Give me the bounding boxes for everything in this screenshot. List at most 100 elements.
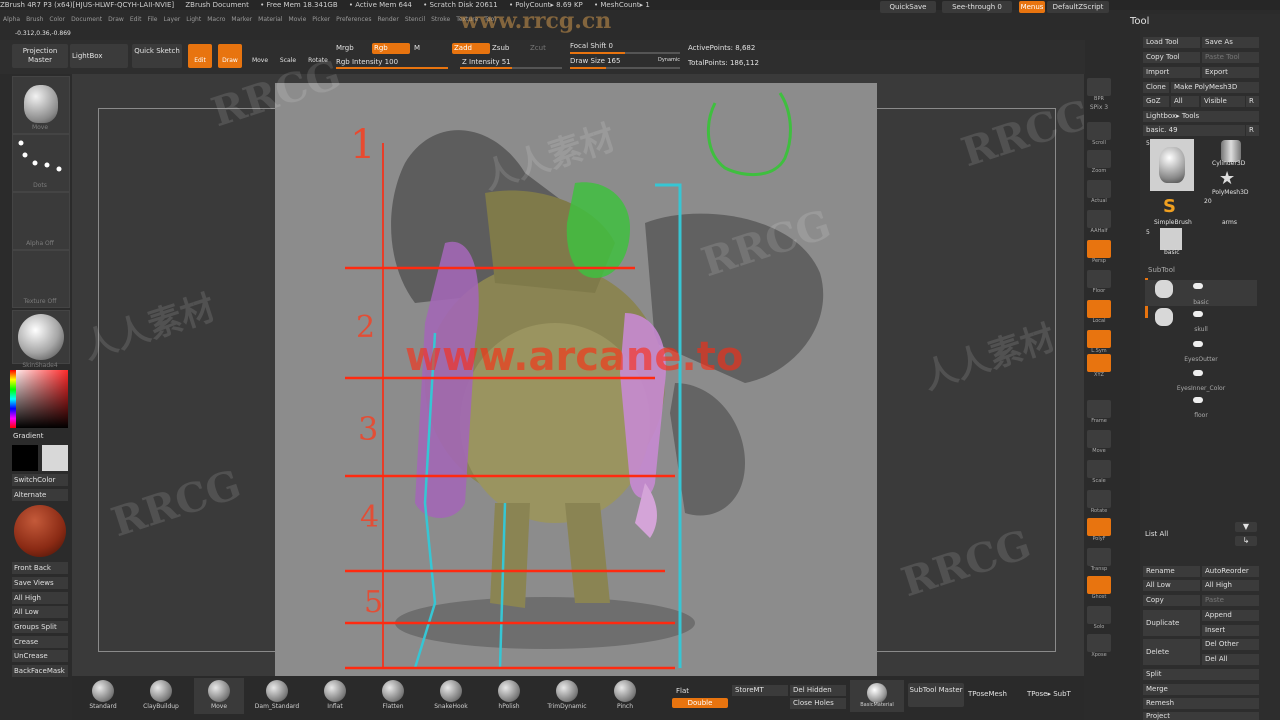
brush-hpolish[interactable]: hPolish: [484, 678, 534, 714]
del-hidden-button[interactable]: Del Hidden: [790, 685, 846, 696]
edit-button[interactable]: Edit: [188, 44, 212, 68]
local-icon[interactable]: [1087, 300, 1111, 318]
save-views-button[interactable]: Save Views: [12, 577, 68, 589]
move-icon[interactable]: [1087, 430, 1111, 448]
double-button[interactable]: Double: [672, 698, 728, 708]
subtool-row[interactable]: EyesInner_Color: [1145, 367, 1257, 393]
draw-button[interactable]: Draw: [218, 44, 242, 68]
del-other-button[interactable]: Del Other: [1202, 639, 1259, 650]
copy-tool-button[interactable]: Copy Tool: [1143, 52, 1200, 63]
list-all-button[interactable]: List All: [1145, 530, 1168, 538]
z-intensity-slider[interactable]: [460, 67, 562, 69]
rgb-intensity-label[interactable]: Rgb Intensity 100: [336, 58, 398, 66]
menu-item-draw[interactable]: Draw: [108, 16, 124, 23]
secondary-color-swatch[interactable]: [42, 445, 68, 471]
front-back-button[interactable]: Front Back: [12, 562, 68, 574]
menu-item-color[interactable]: Color: [49, 16, 65, 23]
menu-item-edit[interactable]: Edit: [130, 16, 142, 23]
ghost-icon[interactable]: [1087, 576, 1111, 594]
xyz-icon[interactable]: [1087, 354, 1111, 372]
menu-item-document[interactable]: Document: [71, 16, 102, 23]
current-tool-slider[interactable]: basic. 49: [1143, 125, 1245, 136]
append-button[interactable]: Append: [1202, 610, 1259, 621]
tpose-subt-button[interactable]: TPose▸ SubT: [1027, 690, 1071, 698]
switchcolor-button[interactable]: SwitchColor: [12, 474, 68, 486]
duplicate-button[interactable]: Duplicate: [1143, 610, 1200, 636]
menu-item-picker[interactable]: Picker: [312, 16, 330, 23]
persp-icon[interactable]: [1087, 240, 1111, 258]
lightbox-button[interactable]: LightBox: [70, 44, 128, 68]
subtool-all-low-button[interactable]: All Low: [1143, 580, 1200, 591]
floor-icon[interactable]: [1087, 270, 1111, 288]
polymesh3d-icon[interactable]: ★: [1219, 168, 1235, 189]
hue-strip[interactable]: [10, 370, 16, 428]
aahalf-icon[interactable]: [1087, 210, 1111, 228]
see-through-slider[interactable]: See-through 0: [942, 1, 1012, 13]
subtool-copy-button[interactable]: Copy: [1143, 595, 1200, 606]
actual-icon[interactable]: [1087, 180, 1111, 198]
move-arrow-icon[interactable]: ↳: [1235, 536, 1257, 546]
crease-button[interactable]: Crease: [12, 636, 68, 648]
lightbox-tools-button[interactable]: Lightbox▸ Tools: [1143, 111, 1259, 122]
menu-item-file[interactable]: File: [147, 16, 157, 23]
clone-button[interactable]: Clone: [1143, 82, 1169, 93]
backfacemask-button[interactable]: BackFaceMask: [12, 665, 68, 677]
simplebrush-icon[interactable]: S: [1163, 196, 1176, 217]
menu-item-layer[interactable]: Layer: [164, 16, 181, 23]
close-holes-button[interactable]: Close Holes: [790, 698, 846, 709]
visibility-eye-icon[interactable]: [1193, 283, 1203, 289]
quicksave-button[interactable]: QuickSave: [880, 1, 936, 13]
menu-item-marker[interactable]: Marker: [231, 16, 252, 23]
merge-button[interactable]: Merge: [1143, 684, 1259, 695]
groups-split-button[interactable]: Groups Split: [12, 621, 68, 633]
menu-item-movie[interactable]: Movie: [289, 16, 307, 23]
move-down-icon[interactable]: ▼: [1235, 522, 1257, 532]
rename-button[interactable]: Rename: [1143, 566, 1200, 577]
make-polymesh-button[interactable]: Make PolyMesh3D: [1171, 82, 1259, 93]
visible-button[interactable]: Visible: [1201, 96, 1245, 107]
export-button[interactable]: Export: [1202, 67, 1259, 78]
brush-dam-standard[interactable]: Dam_Standard: [252, 678, 302, 714]
projection-master-button[interactable]: Projection Master: [12, 44, 68, 68]
visibility-eye-icon[interactable]: [1193, 370, 1203, 376]
cylinder3d-icon[interactable]: [1221, 140, 1241, 162]
gradient-button[interactable]: Gradient: [13, 432, 43, 440]
goz-all-button[interactable]: All: [1171, 96, 1199, 107]
basic-small-thumbnail[interactable]: [1160, 228, 1182, 250]
subtool-master-button[interactable]: SubTool Master: [908, 683, 964, 707]
quick-sketch-button[interactable]: Quick Sketch: [132, 44, 182, 68]
storemt-button[interactable]: StoreMT: [732, 685, 788, 696]
material-thumbnail[interactable]: [12, 310, 70, 364]
default-script-button[interactable]: DefaultZScript: [1047, 1, 1109, 13]
subtool-row[interactable]: skull: [1145, 308, 1257, 334]
uncrease-button[interactable]: UnCrease: [12, 650, 68, 662]
goz-r-button[interactable]: R: [1246, 96, 1259, 107]
mrgb-button[interactable]: Mrgb: [336, 44, 354, 52]
transp-icon[interactable]: [1087, 548, 1111, 566]
scale-icon[interactable]: [1087, 460, 1111, 478]
brush-standard[interactable]: Standard: [78, 678, 128, 714]
brush-flatten[interactable]: Flatten: [368, 678, 418, 714]
xpose-icon[interactable]: [1087, 634, 1111, 652]
subtool-header[interactable]: SubTool: [1148, 266, 1175, 274]
all-low-button[interactable]: All Low: [12, 606, 68, 618]
del-all-button[interactable]: Del All: [1202, 654, 1259, 665]
brush-move[interactable]: Move: [194, 678, 244, 714]
brush-inflat[interactable]: Inflat: [310, 678, 360, 714]
focal-shift-slider[interactable]: [570, 52, 680, 54]
tposemesh-button[interactable]: TPoseMesh: [968, 690, 1007, 698]
move-button[interactable]: Move: [248, 44, 272, 68]
bpr-icon[interactable]: [1087, 78, 1111, 96]
menu-item-stroke[interactable]: Stroke: [431, 16, 450, 23]
brush-claybuildup[interactable]: ClayBuildup: [136, 678, 186, 714]
focal-shift-label[interactable]: Focal Shift 0: [570, 42, 613, 50]
rotate-icon[interactable]: [1087, 490, 1111, 508]
draw-size-label[interactable]: Draw Size 165: [570, 57, 620, 65]
zsub-button[interactable]: Zsub: [492, 44, 509, 52]
brush-pinch[interactable]: Pinch: [600, 678, 650, 714]
delete-button[interactable]: Delete: [1143, 639, 1200, 665]
project-button[interactable]: Project: [1143, 712, 1259, 720]
menu-item-preferences[interactable]: Preferences: [336, 16, 371, 23]
scroll-icon[interactable]: [1087, 122, 1111, 140]
polyf-icon[interactable]: [1087, 518, 1111, 536]
